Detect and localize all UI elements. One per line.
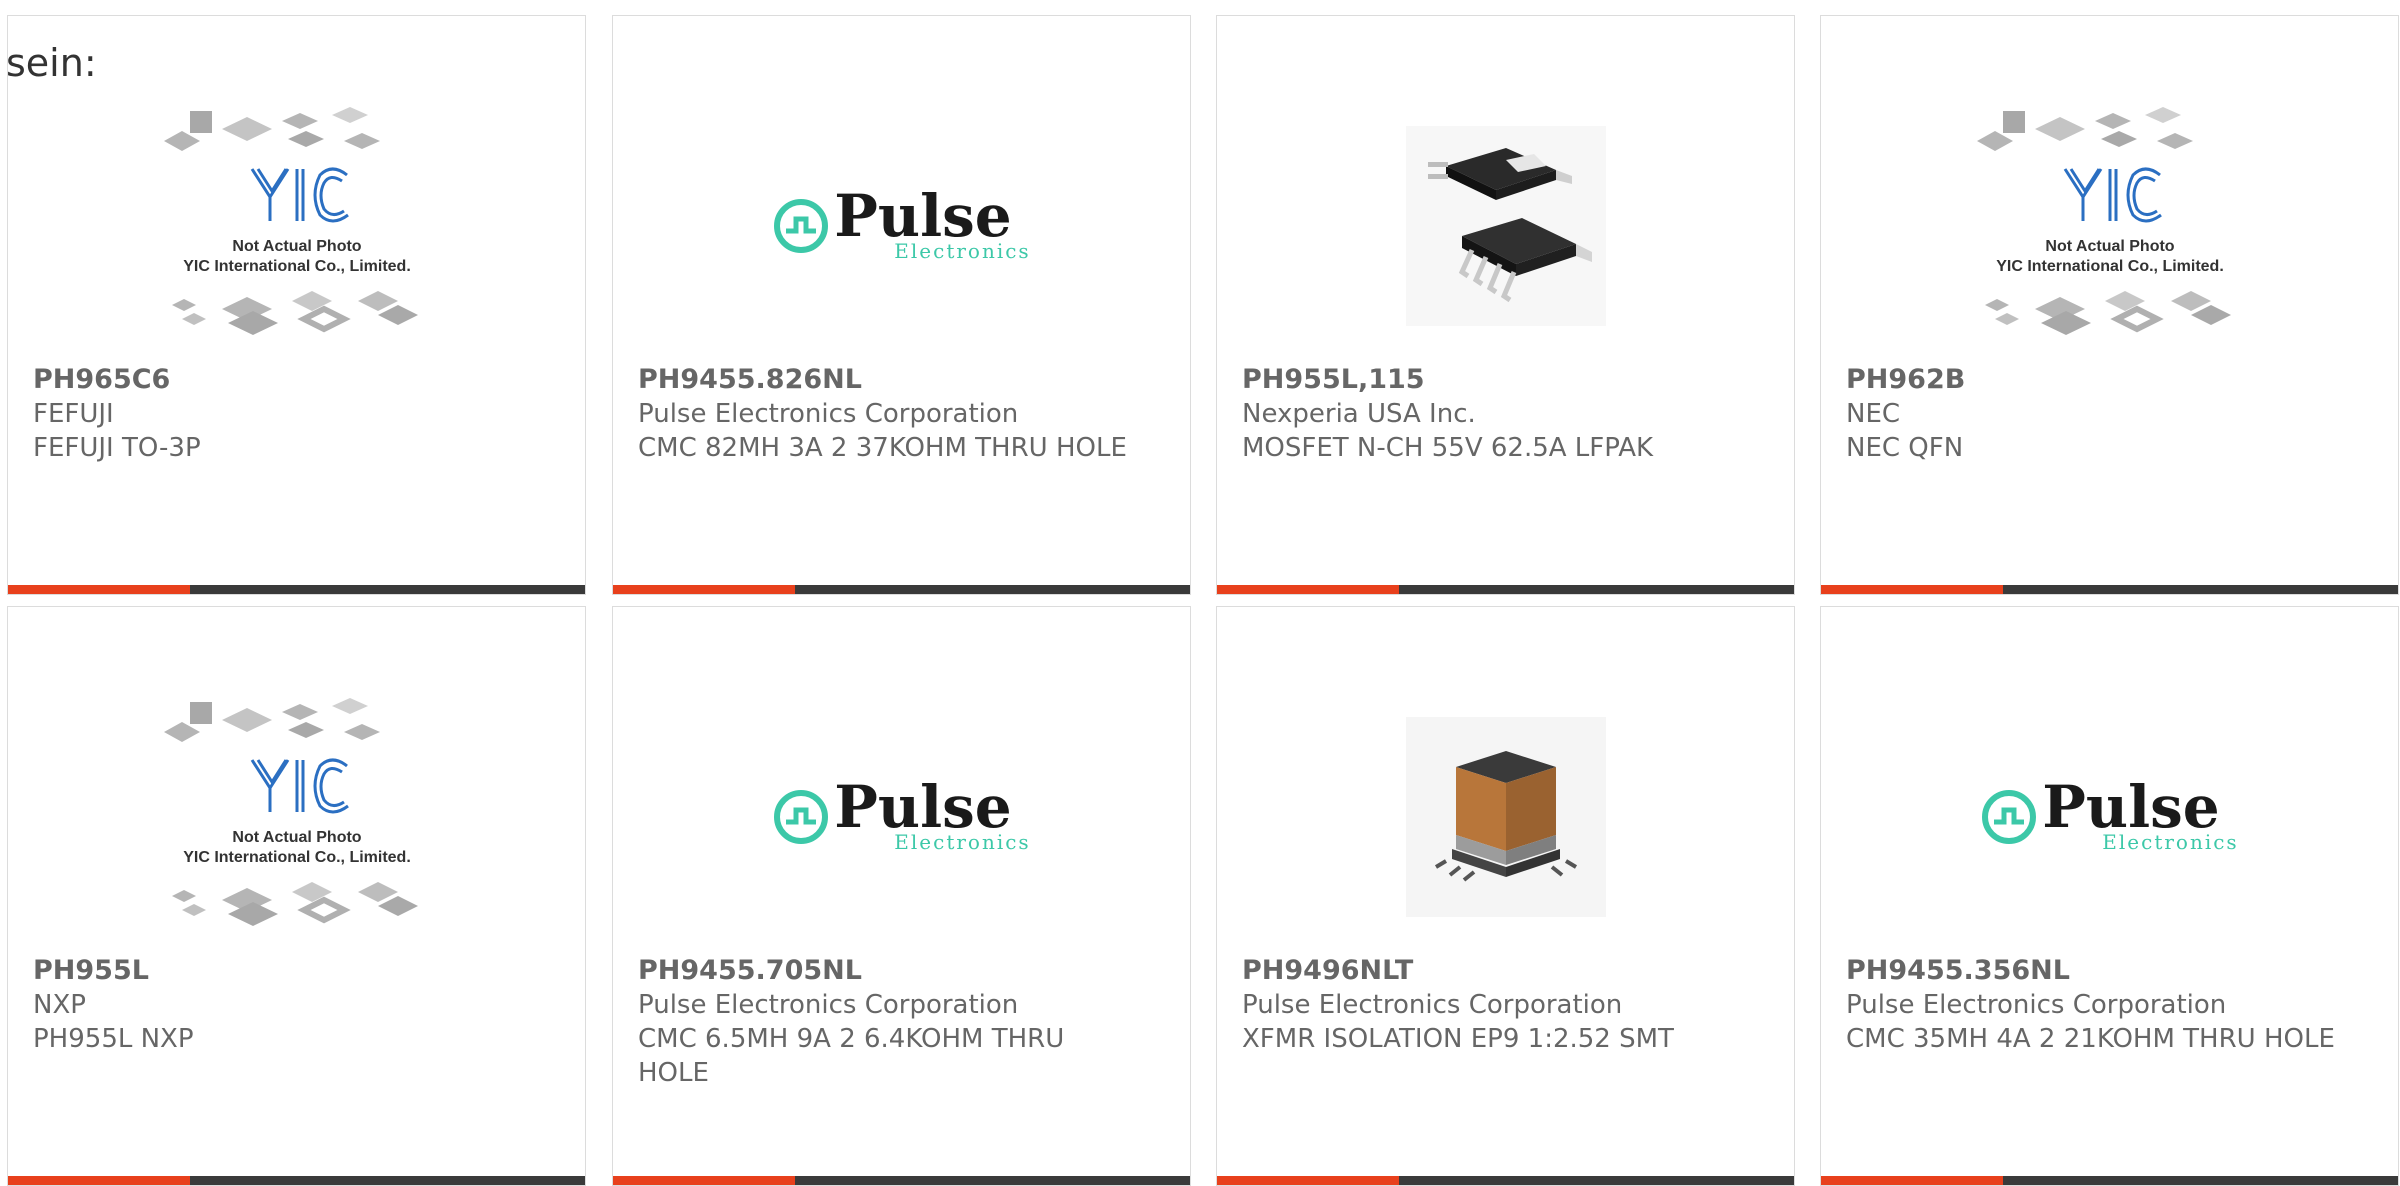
card-bottom-bar xyxy=(8,1176,585,1185)
card-accent-bar xyxy=(1821,1176,2003,1185)
product-image[interactable]: Not Actual Photo YIC International Co., … xyxy=(8,86,585,366)
product-part-number[interactable]: PH9455.356NL xyxy=(1846,954,2338,988)
product-info: PH955L NXP PH955L NXP xyxy=(33,954,525,1056)
pulse-logo-name: Pulse xyxy=(2042,773,2220,841)
product-part-number[interactable]: PH9496NLT xyxy=(1242,954,1734,988)
product-image[interactable]: Pulse Electronics xyxy=(613,677,1190,957)
product-part-number[interactable]: PH962B xyxy=(1846,363,2338,397)
intro-text: sein: xyxy=(6,41,97,85)
product-description: PH955L NXP xyxy=(33,1024,194,1054)
pulse-logo-icon xyxy=(1982,790,2037,844)
product-image[interactable]: Not Actual Photo YIC International Co., … xyxy=(1821,86,2398,366)
card-accent-bar xyxy=(8,1176,190,1185)
product-card[interactable]: PH955L,115 Nexperia USA Inc. MOSFET N-CH 5… xyxy=(1216,15,1795,595)
card-accent-bar xyxy=(8,585,190,594)
pulse-logo-name: Pulse xyxy=(834,182,1012,250)
product-card[interactable]: Not Actual Photo YIC International Co., … xyxy=(7,606,586,1186)
yic-placeholder-image: Not Actual Photo YIC International Co., … xyxy=(163,107,418,335)
product-manufacturer: Pulse Electronics Corporation xyxy=(1242,990,1623,1020)
product-description: CMC 6.5MH 9A 2 6.4KOHM THRU HOLE xyxy=(638,1024,1065,1088)
product-card[interactable]: PH9496NLT Pulse Electronics Corporation XF… xyxy=(1216,606,1795,1186)
product-info: PH9455.356NL Pulse Electronics Corporatio… xyxy=(1846,954,2338,1056)
card-bottom-bar xyxy=(8,585,585,594)
pulse-logo-icon xyxy=(774,790,829,844)
card-accent-bar xyxy=(1217,585,1399,594)
product-image[interactable]: Not Actual Photo YIC International Co., … xyxy=(8,677,585,957)
yic-note-line1: Not Actual Photo xyxy=(2045,238,2174,255)
card-accent-bar xyxy=(1217,1176,1399,1185)
product-manufacturer: Pulse Electronics Corporation xyxy=(638,990,1019,1020)
product-image[interactable] xyxy=(1217,677,1794,957)
pulse-logo-sub: Electronics xyxy=(2102,830,2239,854)
product-info: PH9496NLT Pulse Electronics Corporation XF… xyxy=(1242,954,1734,1056)
product-card[interactable]: Pulse Electronics PH9455.356NL Pulse Elec… xyxy=(1820,606,2399,1186)
product-part-number[interactable]: PH955L,115 xyxy=(1242,363,1734,397)
product-part-number[interactable]: PH9455.826NL xyxy=(638,363,1130,397)
product-description: XFMR ISOLATION EP9 1:2.52 SMT xyxy=(1242,1024,1674,1054)
card-accent-bar xyxy=(1821,585,2003,594)
product-manufacturer: Pulse Electronics Corporation xyxy=(1846,990,2227,1020)
lfpak-package-image xyxy=(1405,126,1606,326)
yic-note-line2: YIC International Co., Limited. xyxy=(183,258,411,275)
product-description: NEC QFN xyxy=(1846,433,1964,463)
card-accent-bar xyxy=(613,1176,795,1185)
card-bottom-bar xyxy=(1217,1176,1794,1185)
product-image[interactable]: Pulse Electronics xyxy=(613,86,1190,366)
product-image[interactable] xyxy=(1217,86,1794,366)
product-card[interactable]: Pulse Electronics PH9455.826NL Pulse Elec… xyxy=(612,15,1191,595)
yic-note-line2: YIC International Co., Limited. xyxy=(183,849,411,866)
card-bottom-bar xyxy=(1821,1176,2398,1185)
product-card[interactable]: Not Actual Photo YIC International Co., … xyxy=(1820,15,2399,595)
product-part-number[interactable]: PH965C6 xyxy=(33,363,525,397)
card-bottom-bar xyxy=(1217,585,1794,594)
pulse-logo-sub: Electronics xyxy=(894,830,1031,854)
pulse-electronics-logo: Pulse Electronics xyxy=(1980,773,2239,854)
yic-placeholder-image: Not Actual Photo YIC International Co., … xyxy=(1976,107,2231,335)
card-bottom-bar xyxy=(1821,585,2398,594)
product-part-number[interactable]: PH9455.705NL xyxy=(638,954,1130,988)
product-description: CMC 35MH 4A 2 21KOHM THRU HOLE xyxy=(1846,1024,2335,1054)
product-info: PH955L,115 Nexperia USA Inc. MOSFET N-CH 5… xyxy=(1242,363,1734,465)
yic-note-line1: Not Actual Photo xyxy=(232,238,361,255)
product-manufacturer: FEFUJI xyxy=(33,399,114,429)
product-manufacturer: Pulse Electronics Corporation xyxy=(638,399,1019,429)
pulse-logo-icon xyxy=(774,199,829,253)
pulse-electronics-logo: Pulse Electronics xyxy=(772,773,1031,854)
product-description: CMC 82MH 3A 2 37KOHM THRU HOLE xyxy=(638,433,1127,463)
product-info: PH9455.826NL Pulse Electronics Corporatio… xyxy=(638,363,1130,465)
product-manufacturer: NEC xyxy=(1846,399,1901,429)
pulse-logo-name: Pulse xyxy=(834,773,1012,841)
transformer-component-image xyxy=(1405,717,1606,917)
product-card[interactable]: Pulse Electronics PH9455.705NL Pulse Elec… xyxy=(612,606,1191,1186)
card-bottom-bar xyxy=(613,1176,1190,1185)
product-manufacturer: NXP xyxy=(33,990,86,1020)
pulse-electronics-logo: Pulse Electronics xyxy=(772,182,1031,263)
yic-note-line2: YIC International Co., Limited. xyxy=(1996,258,2224,275)
yic-placeholder-image: Not Actual Photo YIC International Co., … xyxy=(163,698,418,926)
product-description: MOSFET N-CH 55V 62.5A LFPAK xyxy=(1242,433,1654,463)
product-info: PH965C6 FEFUJI FEFUJI TO-3P xyxy=(33,363,525,465)
card-bottom-bar xyxy=(613,585,1190,594)
product-info: PH9455.705NL Pulse Electronics Corporatio… xyxy=(638,954,1130,1090)
pulse-logo-sub: Electronics xyxy=(894,239,1031,263)
card-accent-bar xyxy=(613,585,795,594)
product-part-number[interactable]: PH955L xyxy=(33,954,525,988)
product-card[interactable]: Not Actual Photo YIC International Co., … xyxy=(7,15,586,595)
yic-note-line1: Not Actual Photo xyxy=(232,829,361,846)
product-info: PH962B NEC NEC QFN xyxy=(1846,363,2338,465)
product-image[interactable]: Pulse Electronics xyxy=(1821,677,2398,957)
product-manufacturer: Nexperia USA Inc. xyxy=(1242,399,1476,429)
product-description: FEFUJI TO-3P xyxy=(33,433,201,463)
